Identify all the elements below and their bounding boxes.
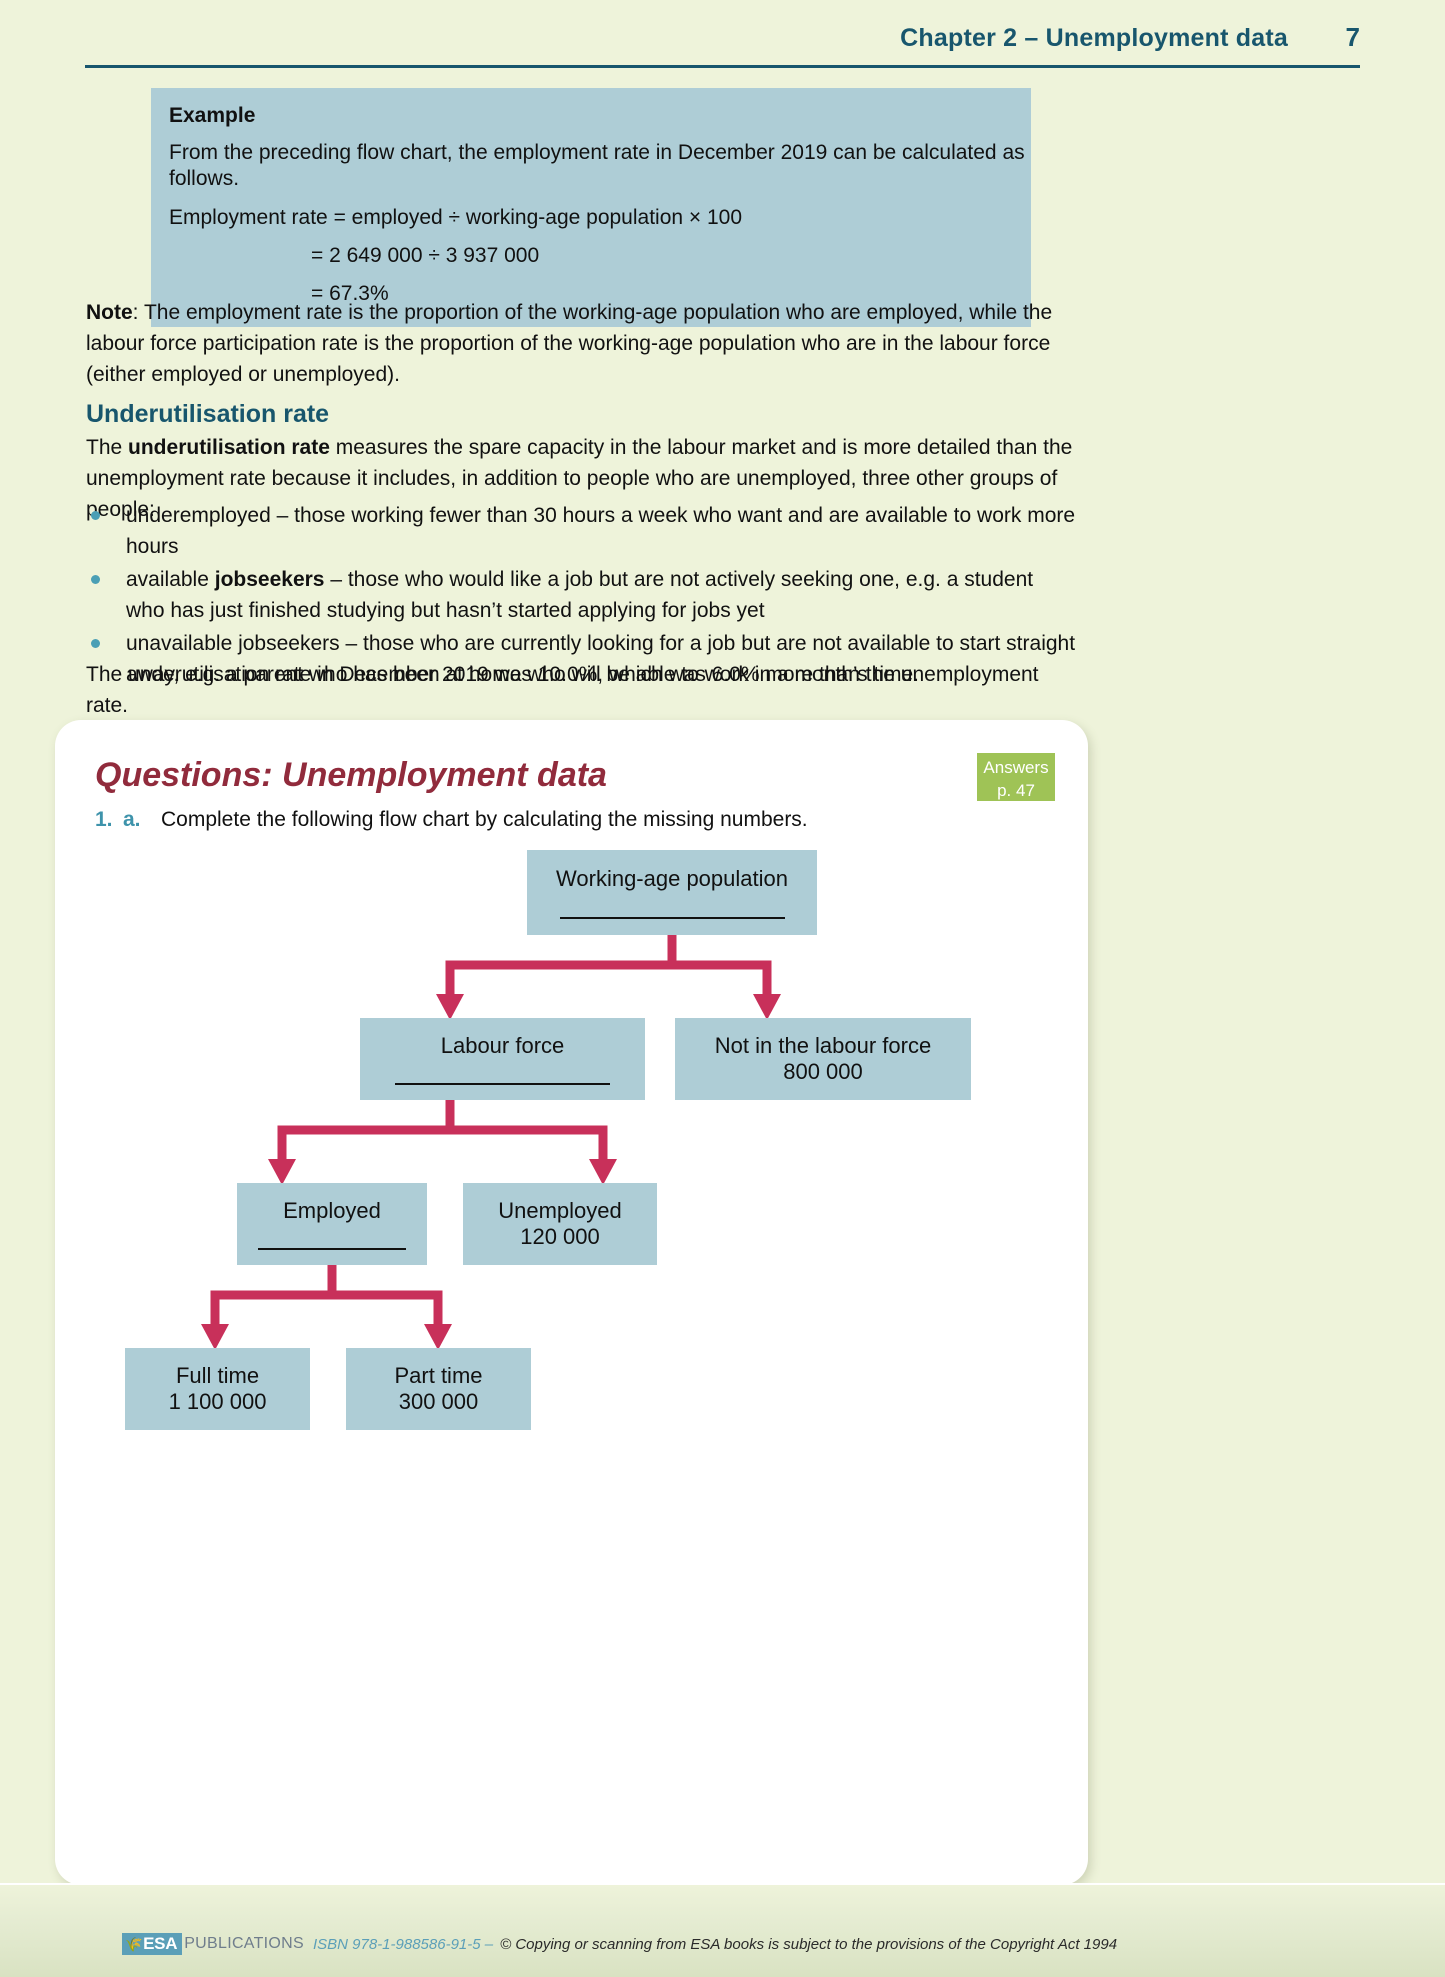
wheat-icon: 🌾 [125, 1935, 143, 1952]
esa-publications-text: PUBLICATIONS [184, 1935, 304, 1952]
flow-node-value: 1 100 000 [168, 1389, 267, 1414]
flow-node-value: 300 000 [398, 1389, 479, 1414]
bullet-bold: jobseekers [214, 568, 325, 591]
flow-node-value: 800 000 [783, 1059, 863, 1084]
flow-node-employed: Employed [237, 1183, 427, 1265]
footer-isbn: ISBN 978-1-988586-91-5 – [312, 1935, 494, 1953]
note-text: : The employment rate is the proportion … [86, 301, 1053, 386]
answer-blank[interactable] [258, 1228, 406, 1251]
page-footer: 🌾 ESA PUBLICATIONS ISBN 978-1-988586-91-5… [122, 1933, 1322, 1955]
flow-node-not-in-labour-force: Not in the labour force 800 000 [675, 1018, 971, 1100]
esa-logo-text: ESA [143, 1934, 178, 1953]
header-divider [85, 65, 1360, 68]
footer-band [0, 1885, 1445, 1977]
bullet-dot-icon [91, 575, 100, 584]
list-item: underemployed – those working fewer than… [86, 500, 1076, 562]
flow-node-label: Working-age population [556, 866, 788, 892]
intro-before: The [86, 436, 129, 459]
bullet-dot-icon [91, 639, 100, 648]
bullet-before: available [126, 568, 215, 591]
answer-blank[interactable] [559, 897, 785, 919]
example-formula-line-1: Employment rate = employed ÷ working-age… [169, 205, 743, 229]
bullet-before: underemployed – those working fewer than… [126, 504, 1076, 558]
flow-node-unemployed: Unemployed 120 000 [463, 1183, 657, 1265]
flow-node-label: Not in the labour force [714, 1032, 932, 1058]
example-box: Example From the preceding flow chart, t… [151, 88, 1031, 328]
flow-node-working-age-population: Working-age population [527, 850, 817, 935]
page-number: 7 [1345, 22, 1360, 52]
note-label: Note [86, 301, 133, 324]
questions-panel: Questions: Unemployment data Answers p. … [55, 720, 1088, 1885]
esa-logo: 🌾 ESA [122, 1933, 183, 1955]
example-title: Example [169, 104, 256, 127]
example-formula-line-2: = 2 649 000 ÷ 3 937 000 [311, 243, 540, 267]
intro-bold-term: underutilisation rate [128, 436, 330, 459]
flow-node-label: Full time [175, 1362, 260, 1388]
footer-copyright: © Copying or scanning from ESA books is … [500, 1935, 1118, 1953]
example-intro: From the preceding flow chart, the emplo… [169, 141, 1025, 191]
flow-chart: Working-age population Labour force Not … [55, 720, 1088, 1885]
note-paragraph: Note: The employment rate is the proport… [86, 297, 1076, 390]
chapter-title: Chapter 2 – Unemployment data [900, 24, 1288, 52]
section-heading: Underutilisation rate [86, 400, 330, 428]
flow-node-label: Employed [283, 1197, 381, 1223]
flow-node-part-time: Part time 300 000 [346, 1348, 531, 1430]
flow-node-label: Labour force [440, 1032, 565, 1058]
page-header: Chapter 2 – Unemployment data 7 [85, 22, 1360, 53]
section-closing: The underutilisation rate in December 20… [86, 663, 1039, 717]
flow-node-label: Part time [394, 1362, 483, 1388]
flow-node-value: 120 000 [520, 1224, 600, 1249]
textbook-page: Chapter 2 – Unemployment data 7 Example … [0, 0, 1445, 1977]
list-item: available jobseekers – those who would l… [86, 564, 1076, 626]
flow-node-label: Unemployed [498, 1197, 622, 1223]
flow-node-labour-force: Labour force [360, 1018, 645, 1100]
answer-blank[interactable] [395, 1063, 610, 1086]
bullet-dot-icon [91, 511, 100, 520]
flow-node-full-time: Full time 1 100 000 [125, 1348, 310, 1430]
